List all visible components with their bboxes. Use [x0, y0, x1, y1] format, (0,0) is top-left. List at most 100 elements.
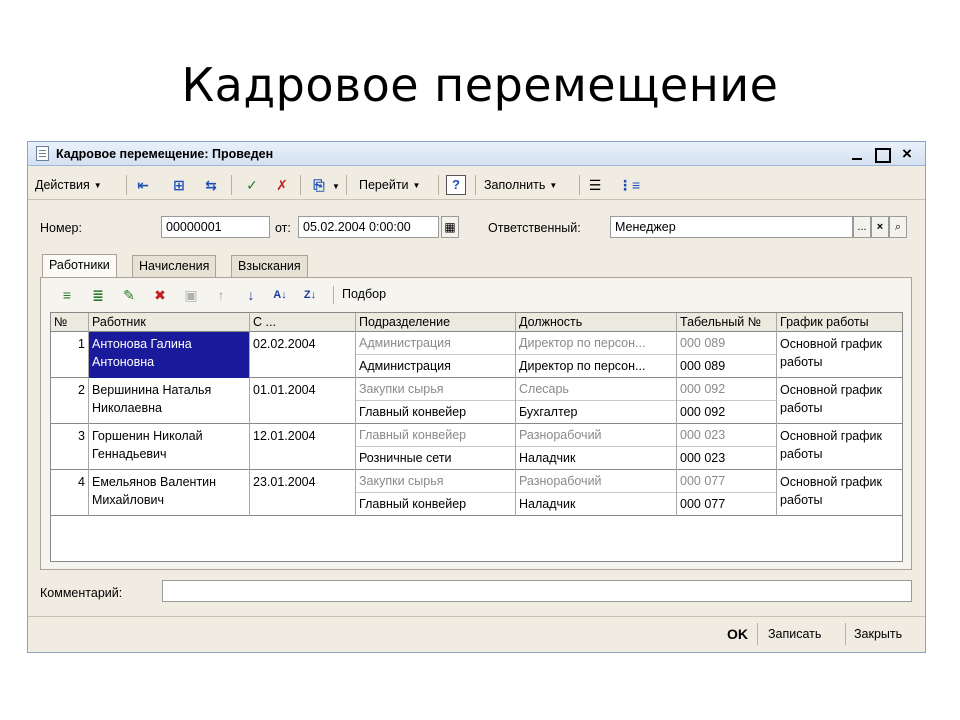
calendar-icon[interactable]: ▦ — [441, 216, 459, 238]
comment-field[interactable] — [162, 580, 912, 602]
table-row[interactable]: 2 Вершинина Наталья Николаевна 01.01.200… — [51, 378, 902, 424]
table-header: № Работник С ... Подразделение Должность… — [51, 313, 902, 332]
tab-number-cell[interactable]: 000 023 000 023 — [677, 424, 777, 470]
sort-descending-icon[interactable]: Z↓ — [300, 286, 320, 304]
structure-icon[interactable]: ⇆ — [202, 176, 220, 194]
tab-number-cell[interactable]: 000 089 000 089 — [677, 332, 777, 378]
department-to: Главный конвейер — [359, 405, 467, 419]
position-to: Наладчик — [519, 497, 576, 511]
create-based-on-icon[interactable]: ⎘ — [310, 176, 328, 194]
save-button[interactable]: Записать — [768, 623, 821, 645]
list-view-icon[interactable]: ☰ — [586, 176, 604, 194]
schedule-cell[interactable]: Основной график работы — [777, 424, 902, 470]
toolbar-separator — [475, 175, 476, 195]
position-cell[interactable]: Разнорабочий Наладчик — [516, 424, 677, 470]
tab-number-cell[interactable]: 000 077 000 077 — [677, 470, 777, 516]
footer-separator — [757, 623, 758, 645]
date-cell[interactable]: 12.01.2004 — [250, 424, 356, 470]
add-row-icon[interactable]: ≡ — [57, 286, 77, 304]
number-field[interactable]: 00000001 — [161, 216, 270, 238]
department-cell[interactable]: Администрация Администрация — [356, 332, 516, 378]
table-row[interactable]: 1 Антонова Галина Антоновна 02.02.2004 А… — [51, 332, 902, 378]
employee-cell[interactable]: Вершинина Наталья Николаевна — [89, 378, 250, 424]
sort-ascending-icon[interactable]: A↓ — [270, 286, 290, 304]
select-button[interactable]: ... — [853, 216, 871, 238]
position-cell[interactable]: Разнорабочий Наладчик — [516, 470, 677, 516]
department-cell[interactable]: Закупки сырья Главный конвейер — [356, 470, 516, 516]
copy-row-icon[interactable]: ≣ — [88, 286, 108, 304]
department-cell[interactable]: Главный конвейер Розничные сети — [356, 424, 516, 470]
position-from: Директор по персон... — [516, 332, 676, 355]
movements-icon[interactable]: ⊞ — [170, 176, 188, 194]
fill-menu[interactable]: Заполнить ▼ — [484, 174, 557, 196]
move-down-icon[interactable]: ↓ — [241, 286, 261, 304]
column-header-date[interactable]: С ... — [250, 313, 356, 332]
clear-button[interactable]: × — [871, 216, 889, 238]
open-search-icon[interactable]: ⌕ — [889, 216, 907, 238]
goto-menu-label: Перейти — [359, 178, 409, 192]
row-number: 1 — [51, 332, 89, 378]
edit-row-icon[interactable]: ✎ — [119, 286, 139, 304]
minimize-icon[interactable] — [848, 145, 866, 163]
column-header-number[interactable]: № — [51, 313, 89, 332]
column-header-schedule[interactable]: График работы — [777, 313, 902, 332]
table-row[interactable]: 4 Емельянов Валентин Михайлович 23.01.20… — [51, 470, 902, 516]
responsible-field[interactable]: Менеджер — [610, 216, 853, 238]
actions-menu[interactable]: Действия ▼ — [35, 174, 102, 196]
tab-number-from: 000 023 — [677, 424, 776, 447]
help-icon[interactable]: ? — [446, 175, 466, 195]
date-label: от: — [275, 221, 291, 235]
date-cell[interactable]: 23.01.2004 — [250, 470, 356, 516]
tab-employees[interactable]: Работники — [42, 254, 117, 278]
number-label: Номер: — [40, 221, 82, 235]
tab-accruals[interactable]: Начисления — [132, 255, 217, 277]
tab-number-to: 000 092 — [680, 405, 726, 419]
ok-button[interactable]: OK — [727, 623, 748, 645]
end-edit-icon[interactable]: ▣ — [181, 286, 201, 304]
department-from: Администрация — [356, 332, 515, 355]
date-cell[interactable]: 01.01.2004 — [250, 378, 356, 424]
row-number: 4 — [51, 470, 89, 516]
toolbar-separator — [333, 286, 334, 304]
post-document-icon[interactable]: ✓ — [243, 176, 261, 194]
column-header-department[interactable]: Подразделение — [356, 313, 516, 332]
column-header-tab-number[interactable]: Табельный № — [677, 313, 777, 332]
tab-number-to: 000 023 — [680, 451, 726, 465]
toolbar-separator — [126, 175, 127, 195]
employee-cell[interactable]: Горшенин Николай Геннадьевич — [89, 424, 250, 470]
schedule-cell[interactable]: Основной график работы — [777, 470, 902, 516]
date-field[interactable]: 05.02.2004 0:00:00 — [298, 216, 439, 238]
employee-cell[interactable]: Емельянов Валентин Михайлович — [89, 470, 250, 516]
dropdown-arrow-icon: ▼ — [549, 180, 558, 190]
schedule-cell[interactable]: Основной график работы — [777, 378, 902, 424]
move-up-icon[interactable]: ↑ — [211, 286, 231, 304]
employee-cell[interactable]: Антонова Галина Антоновна — [89, 332, 250, 378]
position-cell[interactable]: Слесарь Бухгалтер — [516, 378, 677, 424]
tab-penalties[interactable]: Взыскания — [231, 255, 308, 277]
fill-menu-label: Заполнить — [484, 178, 546, 192]
close-button[interactable]: Закрыть — [854, 623, 902, 645]
date-cell[interactable]: 02.02.2004 — [250, 332, 356, 378]
document-icon — [36, 146, 49, 161]
position-to: Директор по персон... — [519, 359, 646, 373]
department-from: Закупки сырья — [356, 378, 515, 401]
unpost-document-icon[interactable]: ✗ — [273, 176, 291, 194]
settings-list-icon[interactable]: ⋮≡ — [618, 176, 640, 194]
position-to: Наладчик — [519, 451, 576, 465]
department-cell[interactable]: Закупки сырья Главный конвейер — [356, 378, 516, 424]
tab-number-cell[interactable]: 000 092 000 092 — [677, 378, 777, 424]
position-cell[interactable]: Директор по персон... Директор по персон… — [516, 332, 677, 378]
close-icon[interactable]: × — [898, 145, 916, 163]
dropdown-arrow-icon[interactable]: ▼ — [332, 182, 340, 191]
back-arrow-icon[interactable]: ⇤ — [134, 176, 152, 194]
goto-menu[interactable]: Перейти ▼ — [359, 174, 420, 196]
delete-row-icon[interactable]: ✖ — [150, 286, 170, 304]
schedule-cell[interactable]: Основной график работы — [777, 332, 902, 378]
toolbar-separator — [579, 175, 580, 195]
selection-button[interactable]: Подбор — [342, 287, 386, 301]
table-row[interactable]: 3 Горшенин Николай Геннадьевич 12.01.200… — [51, 424, 902, 470]
column-header-employee[interactable]: Работник — [89, 313, 250, 332]
department-to: Администрация — [359, 359, 451, 373]
column-header-position[interactable]: Должность — [516, 313, 677, 332]
maximize-icon[interactable] — [872, 145, 891, 163]
